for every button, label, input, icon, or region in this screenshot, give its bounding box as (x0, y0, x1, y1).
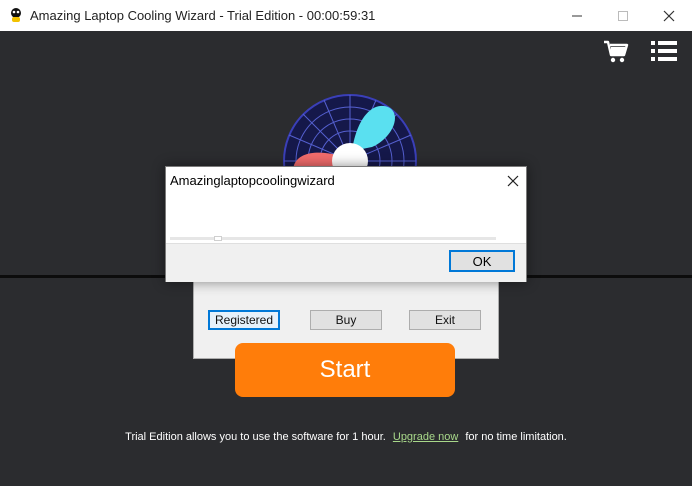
cart-icon[interactable] (603, 39, 629, 65)
close-icon (663, 10, 675, 21)
app-logo-icon (11, 8, 21, 22)
maximize-icon (618, 10, 628, 21)
buy-button[interactable]: Buy (310, 310, 382, 330)
maximize-button[interactable] (600, 0, 646, 31)
message-box-close-button[interactable] (502, 171, 524, 191)
ok-button[interactable]: OK (449, 250, 515, 272)
minimize-button[interactable] (554, 0, 600, 31)
start-button[interactable]: Start (235, 343, 455, 397)
upgrade-now-link[interactable]: Upgrade now (393, 431, 458, 443)
trial-footer: Trial Edition allows you to use the soft… (0, 431, 692, 443)
progress-bar (170, 236, 496, 241)
close-icon (507, 175, 519, 187)
trial-notice-suffix: for no time limitation. (465, 431, 567, 443)
menu-list-icon[interactable] (650, 39, 678, 63)
close-button[interactable] (646, 0, 692, 31)
message-box: Amazinglaptopcoolingwizard OK (165, 166, 527, 282)
title-bar: Amazing Laptop Cooling Wizard - Trial Ed… (0, 0, 692, 32)
progress-thumb (214, 236, 222, 241)
minimize-icon (572, 15, 582, 16)
message-box-footer: OK (166, 243, 526, 282)
message-box-title: Amazinglaptopcoolingwizard (170, 173, 335, 188)
registered-button[interactable]: Registered (208, 310, 280, 330)
trial-notice-text: Trial Edition allows you to use the soft… (125, 431, 386, 443)
exit-button[interactable]: Exit (409, 310, 481, 330)
window-title: Amazing Laptop Cooling Wizard - Trial Ed… (30, 8, 376, 23)
